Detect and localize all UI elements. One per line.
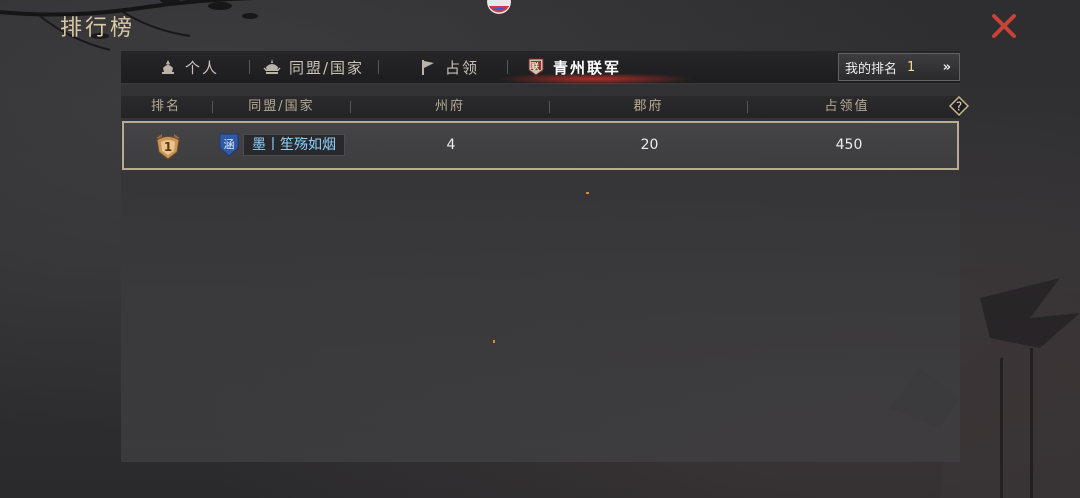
tab-label: 个人 xyxy=(185,58,220,77)
zhoufu-value: 4 xyxy=(446,137,456,153)
table-row[interactable]: 1 涵 墨丨笙殇如烟 4 20 450 xyxy=(122,121,959,170)
tab-qingzhou-coalition[interactable]: 联 青州联军 xyxy=(527,51,621,83)
col-junfu: 郡府 xyxy=(633,99,664,114)
tab-bar: 个人 同盟/国家 占领 联 青州联军 我的排名 1 » xyxy=(121,51,960,85)
alliance-shield-icon: 涵 xyxy=(219,133,239,157)
rank-badge-icon: 1 xyxy=(156,134,180,160)
tab-label: 占领 xyxy=(445,58,480,77)
my-rank-label: 我的排名 xyxy=(845,61,898,77)
tab-alliance-nation[interactable]: 同盟/国家 xyxy=(263,51,364,83)
tab-occupy[interactable]: 占领 xyxy=(419,51,479,83)
junfu-value: 20 xyxy=(640,137,659,153)
app-logo-icon xyxy=(487,0,511,14)
my-rank-button[interactable]: 我的排名 1 » xyxy=(838,53,960,81)
tab-divider xyxy=(378,60,379,74)
rank-number: 1 xyxy=(164,140,172,154)
tab-personal[interactable]: 个人 xyxy=(159,51,219,83)
coalition-emblem-icon: 联 xyxy=(528,58,544,76)
ranking-panel: 排名 同盟/国家 州府 郡府 占领值 ? 1 涵 墨丨笙殇如烟 4 20 450 xyxy=(121,84,969,462)
person-helmet-icon xyxy=(162,60,174,74)
col-occupy-value: 占领值 xyxy=(824,99,870,114)
alliance-name[interactable]: 墨丨笙殇如烟 xyxy=(243,134,345,156)
help-symbol: ? xyxy=(956,100,962,114)
table-header: 排名 同盟/国家 州府 郡府 占领值 xyxy=(121,96,960,118)
alliance-cell: 涵 墨丨笙殇如烟 xyxy=(219,133,345,157)
my-rank-value: 1 xyxy=(907,59,916,75)
occupy-value: 450 xyxy=(835,137,863,153)
ember-decoration xyxy=(586,192,589,194)
ember-decoration xyxy=(493,340,495,343)
col-rank: 排名 xyxy=(150,99,181,114)
coalition-emblem-char: 联 xyxy=(531,61,541,71)
double-chevron-right-icon: » xyxy=(942,59,952,75)
close-icon[interactable] xyxy=(988,10,1020,42)
col-zhoufu: 州府 xyxy=(434,99,465,114)
tab-divider xyxy=(249,60,250,74)
tab-label: 同盟/国家 xyxy=(289,58,365,77)
help-icon[interactable]: ? xyxy=(949,96,969,116)
shield-char: 涵 xyxy=(224,137,235,151)
flag-icon xyxy=(422,60,434,75)
page-title: 排行榜 xyxy=(60,16,136,41)
alliance-helmet-icon xyxy=(263,59,281,74)
col-alliance: 同盟/国家 xyxy=(248,99,315,114)
leaderboard-screen: 排行榜 个人 同盟/国家 占领 联 青州联军 我的排名 1 » 排名 同盟/国家… xyxy=(0,0,1080,498)
tab-label: 青州联军 xyxy=(553,58,622,77)
tab-divider xyxy=(507,60,508,74)
